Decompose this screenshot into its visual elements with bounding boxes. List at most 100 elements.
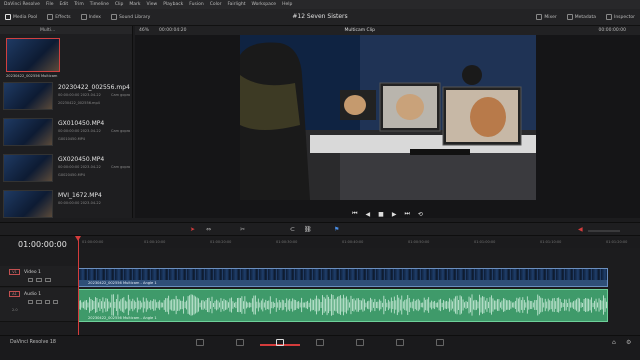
menu-app[interactable]: DaVinci Resolve [4,2,40,7]
blade-tool-icon[interactable]: ✂ [240,226,245,233]
deliver-page-icon[interactable] [436,339,444,346]
bin-name[interactable]: Multi... [40,28,55,33]
menu-bar: DaVinci Resolve File Edit Trim Timeline … [0,0,640,9]
snapping-icon[interactable]: ⊂ [290,226,295,233]
zoom-level[interactable]: 46% [139,28,149,33]
media-pool-item[interactable]: GX010450.MP4 00:00:00:00 2023-04-22 GX01… [3,118,131,152]
menu-clip[interactable]: Clip [115,2,124,7]
timeline-toolbar: ➤ ⇔ ✂ ⊂ ⛓ ⚑ ◀ [0,222,640,236]
ruler-tick: 01:00:30:00 [276,240,298,244]
fairlight-page-icon[interactable] [396,339,404,346]
audio-waveform [79,294,607,316]
track-name: Video 1 [24,270,41,275]
video-clip-label: 20230422_002556 Multicam - Angle 1 [88,281,157,285]
flag-icon[interactable]: ⚑ [334,226,339,233]
track-header-video-1[interactable]: V1 Video 1 [0,266,78,287]
track-header-audio-1[interactable]: A1 Audio 1 2.0 [0,288,78,322]
selection-tool-icon[interactable]: ➤ [190,226,195,233]
metadata-button[interactable]: Metadata [562,11,601,23]
mute-icon[interactable] [53,300,58,304]
go-to-end-icon[interactable]: ⏭ [404,210,409,218]
index-button[interactable]: Index [76,11,106,23]
auto-select-icon[interactable] [36,278,42,282]
menu-trim[interactable]: Trim [74,2,84,7]
menu-playback[interactable]: Playback [163,2,183,7]
menu-mark[interactable]: Mark [129,2,140,7]
mixer-icon [536,14,543,20]
media-pool-button[interactable]: Media Pool [0,11,42,23]
loop-icon[interactable]: ⟲ [418,211,423,218]
audio-clip-label: 20230422_002556 Multicam - Angle 1 [88,316,157,320]
track-tag[interactable]: A1 [9,291,20,297]
clip-thumbnail [3,154,53,182]
video-clip[interactable]: 20230422_002556 Multicam - Angle 1 [78,268,608,287]
effects-icon [47,14,54,20]
track-visibility-icon[interactable] [45,278,51,282]
volume-icon[interactable]: ◀ [578,226,583,233]
clip-filename: GX010450.MP4 [58,137,85,141]
clip-thumbnail [3,82,53,110]
lock-icon[interactable] [28,300,33,304]
trim-tool-icon[interactable]: ⇔ [206,226,211,233]
go-to-start-icon[interactable]: ⏮ [352,210,357,218]
clip-name: GX010450.MP4 [58,120,105,127]
menu-help[interactable]: Help [282,2,292,7]
effects-label: Effects [55,14,71,20]
media-pool-item[interactable]: MVI_1672.MP4 00:00:00:00 2023-04-22 [3,190,131,224]
lock-icon[interactable] [28,278,33,282]
home-icon[interactable]: ⌂ [612,339,616,346]
clip-camera: Cam gopro [111,93,131,97]
auto-select-icon[interactable] [36,300,42,304]
color-page-icon[interactable] [356,339,364,346]
ruler-tick: 01:00:00:00 [82,240,104,244]
cut-page-icon[interactable] [236,339,244,346]
sound-library-button[interactable]: Sound Library [106,11,155,23]
stop-icon[interactable]: ■ [378,211,384,218]
effects-button[interactable]: Effects [42,11,75,23]
clip-camera: Cam gopro [111,165,131,169]
volume-slider[interactable] [588,230,620,232]
menu-fairlight[interactable]: Fairlight [227,2,245,7]
media-pool-panel: Multi... 20230422_002556 Multicam 202304… [0,26,133,218]
clip-meta: 00:00:00:00 2023-04-22 [58,201,101,205]
media-pool-item-multicam[interactable]: 20230422_002556 Multicam [6,38,60,79]
timeline-ruler[interactable]: 01:00:00:00 01:00:10:00 01:00:20:00 01:0… [78,238,640,248]
app-name: DaVinci Resolve 18 [10,340,56,345]
media-pool-item[interactable]: 20230422_002556.mp4 00:00:00:00 2023-04-… [3,82,131,116]
ruler-tick: 01:01:20:00 [606,240,628,244]
menu-fusion[interactable]: Fusion [189,2,203,7]
menu-color[interactable]: Color [210,2,222,7]
edit-page-icon[interactable] [276,339,284,346]
clip-name: 20230422_002556.mp4 [58,84,130,91]
audio-clip[interactable]: 20230422_002556 Multicam - Angle 1 [78,289,608,322]
track-tag[interactable]: V1 [9,269,20,275]
linked-selection-icon[interactable]: ⛓ [304,226,312,233]
media-page-icon[interactable] [196,339,204,346]
media-pool-header: Multi... [0,26,132,34]
media-pool-item[interactable]: GX020450.MP4 00:00:00:00 2023-04-22 GX02… [3,154,131,188]
clip-thumbnail [3,118,53,146]
menu-timeline[interactable]: Timeline [90,2,109,7]
menu-edit[interactable]: Edit [59,2,68,7]
inspector-button[interactable]: Inspector [601,11,640,23]
reverse-play-icon[interactable]: ◀ [366,211,371,218]
track-name: Audio 1 [24,292,42,297]
clip-thumbnail [6,38,60,72]
solo-icon[interactable] [45,300,50,304]
media-pool-icon [5,14,11,20]
video-frame[interactable] [240,35,536,200]
settings-icon[interactable]: ⚙ [626,339,631,346]
mixer-button[interactable]: Mixer [531,11,561,23]
menu-view[interactable]: View [147,2,158,7]
sound-library-label: Sound Library [118,14,151,20]
clip-camera: Cam gopro [111,129,131,133]
menu-file[interactable]: File [46,2,54,7]
playhead[interactable] [78,236,79,336]
clip-filename: GX020450.MP4 [58,173,85,177]
menu-workspace[interactable]: Workspace [251,2,276,7]
clip-title: Multicam Clip [344,28,376,33]
clip-name: MVI_1672.MP4 [58,192,102,199]
fusion-page-icon[interactable] [316,339,324,346]
media-pool-label: Media Pool [13,14,38,20]
play-icon[interactable]: ▶ [392,211,397,218]
